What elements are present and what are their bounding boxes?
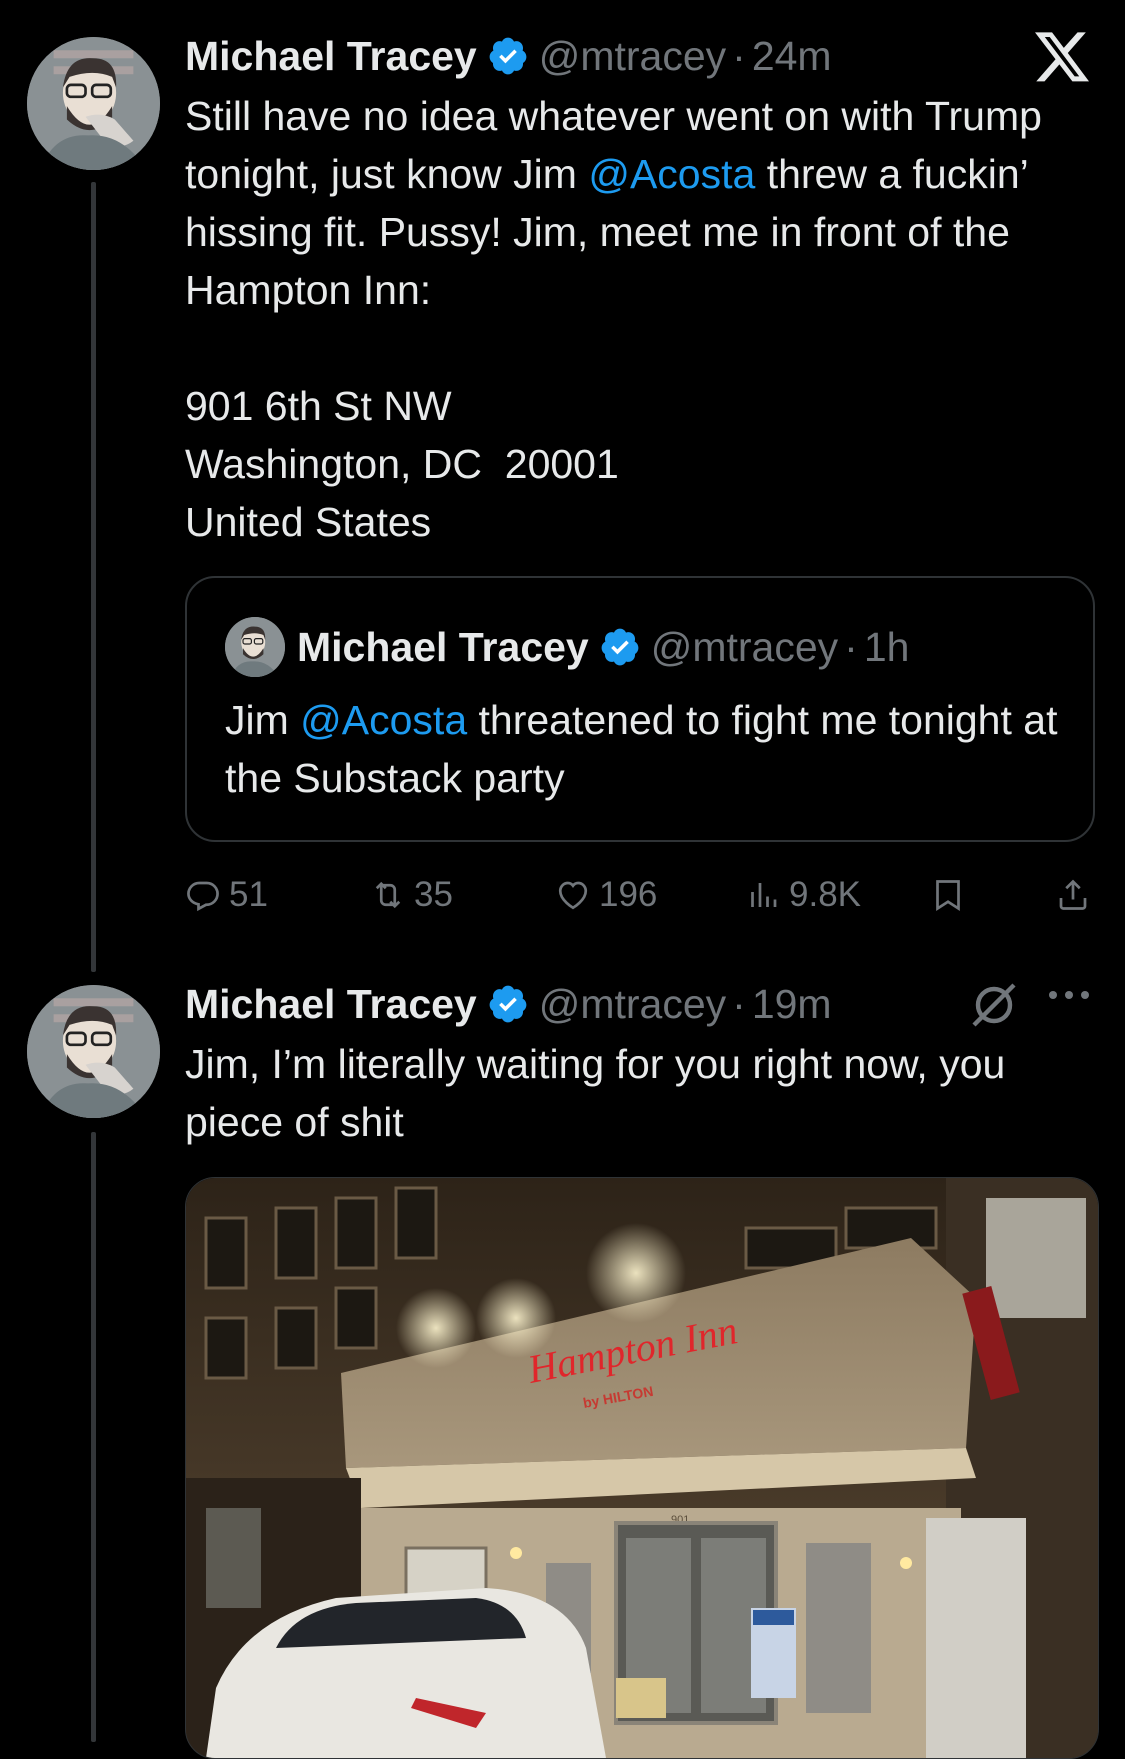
- views-count: 9.8K: [789, 875, 861, 914]
- separator: ·: [844, 623, 858, 670]
- muted-icon[interactable]: [968, 980, 1020, 1030]
- like-button[interactable]: 196: [555, 870, 657, 920]
- timestamp[interactable]: 24m: [752, 33, 832, 80]
- bookmark-button[interactable]: [930, 870, 974, 920]
- repost-button[interactable]: 35: [370, 870, 453, 920]
- mention-link[interactable]: @Acosta: [588, 151, 755, 197]
- author-name[interactable]: Michael Tracey: [185, 981, 477, 1028]
- author-handle[interactable]: @mtracey: [539, 981, 726, 1028]
- tweet-text: Jim, I’m literally waiting for you right…: [185, 1041, 1017, 1145]
- separator: ·: [732, 32, 746, 79]
- heart-icon: [558, 881, 588, 910]
- tweet-photo[interactable]: Hampton Inn by HILTON 901: [185, 1177, 1099, 1759]
- avatar[interactable]: [27, 37, 160, 170]
- x-logo-icon[interactable]: [1035, 32, 1091, 84]
- quoted-tweet[interactable]: Michael Tracey @mtracey · 1h Jim @Acosta…: [185, 576, 1095, 842]
- quote-header: Michael Tracey @mtracey · 1h: [297, 618, 909, 676]
- verified-badge-icon: [489, 37, 527, 75]
- views-icon: [751, 883, 777, 907]
- tweet-text-part: threw a fuckin’ hissing fit. Pussy! Jim,…: [185, 151, 1028, 545]
- mention-link[interactable]: @Acosta: [300, 697, 467, 743]
- quote-text: Jim @Acosta threatened to fight me tonig…: [225, 691, 1065, 807]
- quote-avatar: [225, 617, 285, 677]
- share-icon: [1059, 879, 1087, 910]
- repost-icon: [375, 881, 401, 909]
- reply-icon: [187, 881, 219, 912]
- verified-badge-icon: [489, 985, 527, 1023]
- views-button[interactable]: 9.8K: [745, 870, 861, 920]
- quote-author-handle: @mtracey: [650, 623, 839, 670]
- like-count: 196: [599, 875, 658, 914]
- reply-count: 51: [229, 875, 268, 914]
- timestamp[interactable]: 19m: [752, 981, 832, 1028]
- thread-line-1: [91, 182, 96, 972]
- tweet-header: Michael Tracey @mtracey · 19m: [185, 976, 832, 1032]
- share-button[interactable]: [1055, 870, 1099, 920]
- author-handle[interactable]: @mtracey: [539, 33, 726, 80]
- reply-button[interactable]: 51: [185, 870, 268, 920]
- more-icon[interactable]: [1047, 985, 1091, 1005]
- tweet-header: Michael Tracey @mtracey · 24m: [185, 28, 832, 84]
- repost-count: 35: [414, 875, 453, 914]
- tweet-text: Still have no idea whatever went on with…: [185, 87, 1085, 551]
- action-bar: 51 35 196 9.8K: [185, 870, 1095, 920]
- bookmark-icon: [936, 880, 960, 911]
- quote-timestamp: 1h: [863, 623, 910, 670]
- verified-badge-icon: [601, 628, 639, 666]
- thread-line-2: [91, 1132, 96, 1742]
- quote-author-name: Michael Tracey: [297, 623, 589, 670]
- avatar[interactable]: [27, 985, 160, 1118]
- separator: ·: [732, 980, 746, 1027]
- author-name[interactable]: Michael Tracey: [185, 33, 477, 80]
- quote-text-part: Jim: [225, 697, 301, 743]
